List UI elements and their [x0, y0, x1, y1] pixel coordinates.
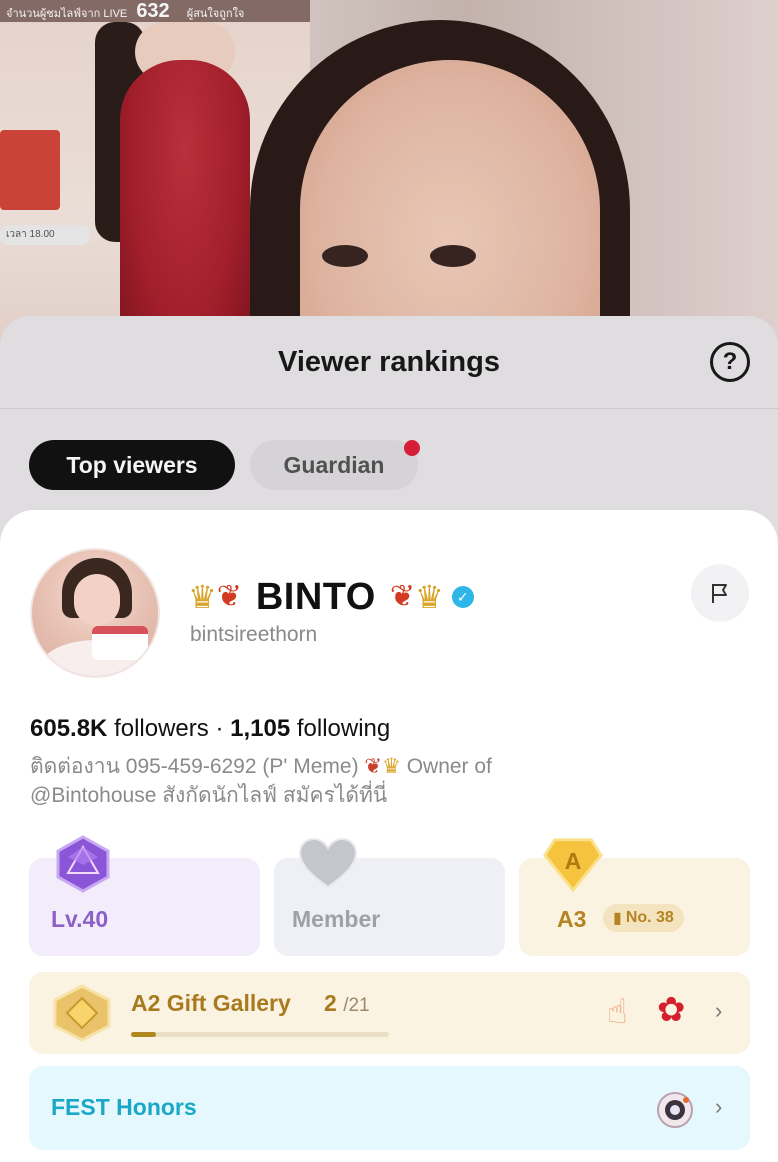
bio-line1-a: ติดต่องาน 095-459-6292 (P' Meme): [30, 755, 359, 778]
host-eye-left: [322, 245, 368, 267]
help-icon[interactable]: ?: [710, 342, 750, 382]
crown-icon: ♛: [415, 578, 444, 616]
gift-gallery-row[interactable]: A2 Gift Gallery 2 /21 ☝ ✿ ›: [29, 972, 750, 1054]
maple-leaf-icon: ❦: [389, 579, 415, 614]
chevron-right-icon: ›: [715, 998, 723, 1023]
stats-separator: ·: [215, 715, 224, 742]
tab-guardian[interactable]: Guardian: [250, 440, 418, 490]
followers-count[interactable]: 605.8K: [30, 715, 107, 742]
username-handle: bintsireethorn: [190, 623, 318, 646]
banner-text: จำนวนผู้ชมไลฟ์จาก LIVE: [6, 8, 128, 20]
gift-progress-bar: [131, 1032, 389, 1037]
bio-line1-b: Owner of: [406, 755, 492, 778]
profile-card: ♛ ❦ BINTO ❦ ♛ ✓ bintsireethorn 605.8K fo…: [0, 510, 778, 1162]
svg-text:A: A: [565, 848, 582, 874]
gift-count-total: /21: [343, 995, 370, 1016]
rankings-title: Viewer rankings: [278, 346, 500, 378]
display-name: BINTO: [255, 575, 376, 618]
maple-leaf-icon: ❦: [216, 579, 242, 614]
rank-number-pill: ▮ No. 38: [603, 904, 684, 932]
notification-dot: [404, 440, 420, 456]
rose-icon: ✿: [657, 991, 686, 1029]
bio-line2: @Bintohouse สังกัดนักไลฟ์ สมัครได้ที่นี่: [30, 784, 388, 807]
tab-top-viewers[interactable]: Top viewers: [29, 440, 235, 490]
bio: ติดต่องาน 095-459-6292 (P' Meme) ❦♛ Owne…: [30, 752, 670, 810]
rank-badge[interactable]: A A3 ▮ No. 38: [519, 838, 750, 956]
level-badge[interactable]: Lv.40: [29, 835, 260, 956]
crown-icon: ♛: [188, 578, 217, 616]
verified-icon: ✓: [451, 586, 474, 608]
time-tag: เวลา 18.00: [0, 225, 90, 245]
following-label: following: [296, 715, 391, 742]
avatar-cake: [92, 626, 148, 660]
gift-gallery-count: 2 /21: [324, 990, 370, 1017]
live-video-background: เวลา 18.00 จำนวนผู้ชมไลฟ์จาก LIVE 632 ผู…: [0, 0, 778, 360]
gift-gallery-title: A2 Gift Gallery: [131, 990, 291, 1016]
chevron-right-icon: ›: [715, 1094, 723, 1119]
model-dress: [120, 60, 250, 360]
gift-count-value: 2: [324, 990, 337, 1016]
name-row: ♛ ❦ BINTO ❦ ♛ ✓: [188, 572, 474, 622]
gift-gallery-icon: [53, 984, 111, 1042]
fest-honors-row[interactable]: FEST Honors ›: [29, 1066, 750, 1150]
heart-icon: [298, 834, 358, 894]
avatar[interactable]: [30, 548, 160, 678]
followers-label: followers: [114, 715, 209, 742]
viewer-count: 632: [136, 0, 170, 22]
banner-tag: ผู้สนใจถูกใจ: [186, 8, 245, 20]
host-eye-right: [430, 245, 476, 267]
host-face: [300, 60, 600, 360]
member-badge[interactable]: Member: [274, 837, 505, 956]
finger-heart-icon: ☝: [607, 993, 628, 1031]
rank-number: No. 38: [625, 909, 674, 926]
bar-chart-icon: ▮: [613, 910, 622, 927]
gold-shield-a-icon: A: [543, 834, 603, 894]
member-label: Member: [292, 906, 381, 932]
rank-label: A3: [557, 906, 587, 932]
product-shelf: [0, 130, 60, 210]
fest-honors-title: FEST Honors: [51, 1094, 197, 1120]
flag-icon: [712, 584, 727, 603]
gift-progress-fill: [131, 1032, 156, 1037]
live-banner: จำนวนผู้ชมไลฟ์จาก LIVE 632 ผู้สนใจถูกใจ: [0, 0, 310, 22]
level-label: Lv.40: [51, 906, 109, 932]
report-flag-button[interactable]: [691, 564, 749, 622]
purple-gem-icon: [53, 834, 113, 894]
following-count[interactable]: 1,105: [230, 715, 290, 742]
fest-medal-icon: [657, 1092, 693, 1128]
follow-stats: 605.8K followers · 1,105 following: [30, 715, 390, 743]
maple-leaf-icon: ❦: [364, 755, 383, 778]
crown-icon: ♛: [382, 755, 401, 778]
avatar-face: [74, 574, 120, 626]
divider: [0, 408, 778, 409]
